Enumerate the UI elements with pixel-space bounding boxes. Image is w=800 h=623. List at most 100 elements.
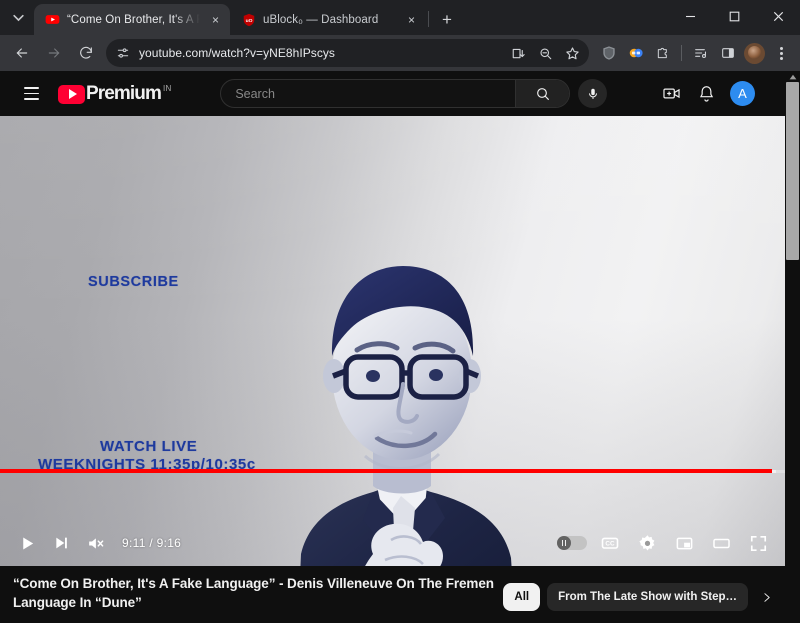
reading-list-icon[interactable] xyxy=(687,40,714,67)
video-progress-bar[interactable] xyxy=(0,469,785,474)
chips-next-button[interactable] xyxy=(755,583,777,611)
video-title: “Come On Brother, It's A Fake Language” … xyxy=(13,576,494,610)
minimize-button[interactable] xyxy=(668,0,712,32)
scroll-up-icon xyxy=(789,74,796,79)
url-text[interactable]: youtube.com/watch?v=yNE8hIPscys xyxy=(139,46,505,60)
youtube-play-icon xyxy=(58,84,85,104)
player-controls-right: CC xyxy=(554,523,785,563)
toolbar-separator xyxy=(681,45,682,61)
maximize-button[interactable] xyxy=(712,0,756,32)
new-tab-button[interactable]: + xyxy=(434,6,460,32)
ad-subscribe-text: SUBSCRIBE xyxy=(88,274,179,290)
closed-captions-icon: CC xyxy=(601,537,619,549)
video-subject-image xyxy=(300,266,512,566)
tab-youtube[interactable]: “Come On Brother, It's A Fake L… × xyxy=(34,4,230,35)
arrow-right-icon xyxy=(48,48,60,58)
youtube-header: Premium IN A xyxy=(0,71,785,116)
account-avatar[interactable]: A xyxy=(730,81,755,106)
player-controls: 9:11 / 9:16 CC xyxy=(0,520,785,566)
chevron-down-icon xyxy=(12,14,24,21)
next-video-button[interactable] xyxy=(44,523,78,563)
autoplay-toggle[interactable] xyxy=(554,523,590,563)
window-controls xyxy=(668,0,800,32)
svg-text:uO: uO xyxy=(245,17,252,23)
close-icon xyxy=(773,11,783,21)
page-settings-icon[interactable] xyxy=(114,44,132,62)
video-metadata-section: “Come On Brother, It's A Fake Language” … xyxy=(0,566,785,623)
miniplayer-button[interactable] xyxy=(667,523,701,563)
miniplayer-icon xyxy=(676,537,692,549)
captions-button[interactable]: CC xyxy=(593,523,627,563)
fullscreen-button[interactable] xyxy=(741,523,775,563)
arrow-left-icon xyxy=(16,48,28,58)
extension-color-icon[interactable] xyxy=(622,40,649,67)
search-box[interactable] xyxy=(220,79,571,108)
tab-title: “Come On Brother, It's A Fake L… xyxy=(67,13,200,26)
gear-icon xyxy=(638,534,654,550)
tab-title: uBlock₀ — Dashboard xyxy=(263,13,379,26)
time-separator: / xyxy=(149,536,157,550)
theater-mode-icon xyxy=(712,538,730,548)
scroll-up-button[interactable] xyxy=(785,71,800,82)
bookmark-star-icon[interactable] xyxy=(559,40,585,66)
volume-muted-icon xyxy=(88,537,103,549)
video-frame: SUBSCRIBE WATCH LIVE WEEKNIGHTS 11:35p/1… xyxy=(0,116,785,566)
microphone-icon xyxy=(588,88,597,99)
bell-icon[interactable] xyxy=(691,79,721,109)
search-submit-button[interactable] xyxy=(515,80,570,107)
mute-button[interactable] xyxy=(78,523,112,563)
autoplay-pill xyxy=(557,536,587,550)
autoplay-knob xyxy=(557,536,571,550)
tab-close-button[interactable]: × xyxy=(403,11,420,28)
back-button[interactable] xyxy=(8,39,36,67)
close-window-button[interactable] xyxy=(756,0,800,32)
settings-button[interactable] xyxy=(630,523,664,563)
youtube-premium-logo[interactable]: Premium IN xyxy=(58,83,172,105)
tab-strip: “Come On Brother, It's A Fake L… × uO uB… xyxy=(0,0,800,35)
ad-watch-live-text: WATCH LIVE xyxy=(100,438,198,455)
omnibox-actions xyxy=(505,40,585,66)
tab-separator xyxy=(428,11,429,27)
search-area xyxy=(172,79,656,108)
chip-all[interactable]: All xyxy=(503,583,541,611)
video-player[interactable]: SUBSCRIBE WATCH LIVE WEEKNIGHTS 11:35p/1… xyxy=(0,116,785,566)
theater-mode-button[interactable] xyxy=(704,523,738,563)
header-actions: A xyxy=(656,79,755,109)
ublock-icon: uO xyxy=(241,12,256,27)
scrollbar-thumb[interactable] xyxy=(786,82,799,260)
svg-text:CC: CC xyxy=(605,541,615,548)
next-video-icon xyxy=(56,537,67,549)
forward-button[interactable] xyxy=(40,39,68,67)
tab-search-button[interactable] xyxy=(4,4,32,32)
install-app-icon[interactable] xyxy=(505,40,531,66)
time-display: 9:11 / 9:16 xyxy=(122,536,181,550)
reload-button[interactable] xyxy=(72,39,100,67)
browser-toolbar: youtube.com/watch?v=yNE8hIPscys xyxy=(0,35,800,71)
hamburger-menu-icon[interactable] xyxy=(14,77,48,111)
filter-chip-bar: All From The Late Show with Step… xyxy=(503,583,777,611)
search-input[interactable] xyxy=(221,80,516,107)
youtube-icon xyxy=(45,12,60,27)
play-icon xyxy=(22,536,33,550)
minimize-icon xyxy=(685,15,695,17)
extensions-puzzle-icon[interactable] xyxy=(649,40,676,67)
chrome-menu-icon[interactable] xyxy=(768,40,794,66)
page-scrollbar[interactable] xyxy=(785,71,800,623)
reload-icon xyxy=(80,46,92,59)
player-controls-left: 9:11 / 9:16 xyxy=(0,523,181,563)
tab-close-button[interactable]: × xyxy=(207,11,224,28)
logo-text: Premium xyxy=(86,82,162,104)
address-bar[interactable]: youtube.com/watch?v=yNE8hIPscys xyxy=(106,39,589,67)
chip-channel[interactable]: From The Late Show with Step… xyxy=(547,583,748,611)
create-video-icon[interactable] xyxy=(656,79,686,109)
search-tabs-icon[interactable] xyxy=(532,40,558,66)
profile-avatar-icon[interactable] xyxy=(744,42,765,64)
fullscreen-icon xyxy=(750,535,766,551)
voice-search-button[interactable] xyxy=(578,79,608,108)
magnifier-icon xyxy=(536,87,549,100)
tab-ublock[interactable]: uO uBlock₀ — Dashboard × xyxy=(230,4,426,35)
ublock-shield-icon[interactable] xyxy=(595,40,622,67)
duration: 9:16 xyxy=(156,536,182,550)
play-button[interactable] xyxy=(10,523,44,563)
side-panel-icon[interactable] xyxy=(714,40,741,67)
